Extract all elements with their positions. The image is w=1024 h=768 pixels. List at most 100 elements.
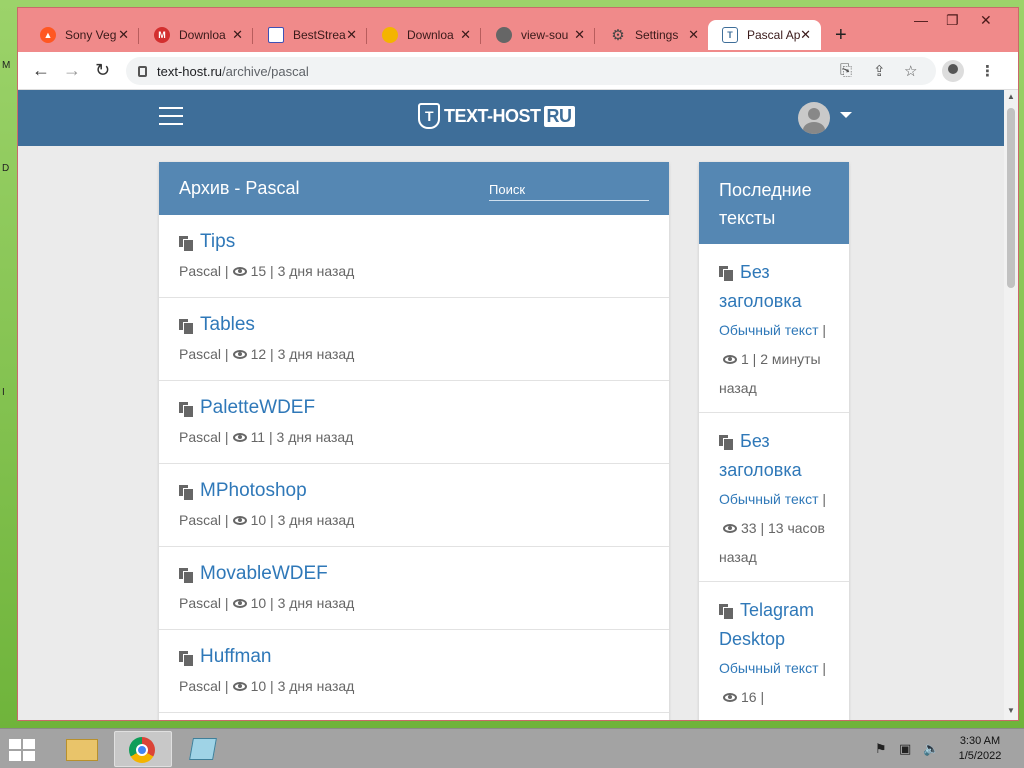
scrollbar-thumb[interactable] (1007, 108, 1015, 288)
minimize-icon[interactable]: — (914, 12, 928, 28)
hamburger-menu-icon[interactable] (159, 107, 183, 125)
scroll-down-icon[interactable]: ▼ (1007, 706, 1015, 715)
entry-age: 3 дня назад (277, 346, 355, 362)
eye-icon (232, 598, 247, 608)
file-explorer-icon[interactable] (54, 731, 112, 767)
site-header: T TEXT-HOST RU (18, 90, 1004, 146)
document-icon (179, 567, 194, 584)
entry-title-link[interactable]: MPhotoshop (200, 480, 307, 502)
notepad-icon[interactable] (175, 731, 233, 767)
entry-title-link[interactable]: MovableWDEF (200, 563, 328, 585)
entry-title-link[interactable]: Huffman (200, 646, 271, 668)
entry-views: 10 (250, 512, 267, 528)
eye-icon (723, 693, 737, 702)
tab[interactable]: ▲ Sony Veg ✕ (26, 20, 139, 50)
tab-close-icon[interactable]: ✕ (232, 27, 243, 43)
tab-close-icon[interactable]: ✕ (574, 27, 585, 43)
lock-icon (138, 65, 147, 77)
entry-age: 3 дня назад (277, 678, 355, 694)
tab-settings[interactable]: ⚙ Settings ✕ (596, 20, 709, 50)
tab-close-icon[interactable]: ✕ (118, 27, 129, 43)
profile-icon[interactable] (942, 60, 964, 82)
recent-views: 16 (741, 689, 757, 705)
list-item: Telagram Desktop Обычный текст |16 | (699, 582, 849, 720)
list-item: MPhotoshop Pascal | 10 | 3 дня назад (159, 464, 669, 547)
scroll-up-icon[interactable]: ▲ (1007, 92, 1015, 101)
tab[interactable]: M Downloa ✕ (140, 20, 253, 50)
entry-language: Pascal (179, 346, 222, 362)
volume-muted-icon[interactable]: 🔈 (923, 741, 939, 757)
list-item: Tips Pascal | 15 | 3 дня назад (159, 215, 669, 298)
list-item: Без заголовка Обычный текст |33 | 13 час… (699, 413, 849, 582)
list-item: MovableWDEF Pascal | 10 | 3 дня назад (159, 547, 669, 630)
entry-language: Pascal (179, 512, 222, 528)
tab-favicon-icon: T (722, 27, 738, 43)
recent-category-link[interactable]: Обычный текст (719, 491, 819, 507)
list-item: Huffman Pascal | 10 | 3 дня назад (159, 630, 669, 713)
windows-start-icon[interactable] (9, 739, 37, 761)
tab[interactable]: Downloa ✕ (368, 20, 481, 50)
tab-close-icon[interactable]: ✕ (346, 27, 357, 43)
eye-icon (232, 349, 247, 359)
clock-time: 3:30 AM (959, 735, 1001, 747)
desktop-icon-fragment: D (2, 163, 10, 174)
list-item: Без заголовка Обычный текст |1 | 2 минут… (699, 244, 849, 413)
logo-shield-icon: T (418, 103, 440, 129)
tab-active[interactable]: T Pascal Ap ✕ (708, 20, 821, 50)
tab-favicon-icon: M (154, 27, 170, 43)
recent-category-link[interactable]: Обычный текст (719, 322, 819, 338)
tab-close-icon[interactable]: ✕ (800, 27, 811, 43)
flag-icon[interactable]: ⚑ (875, 741, 887, 757)
archive-title: Архив - Pascal (179, 178, 300, 198)
avatar[interactable] (798, 102, 830, 134)
address-bar[interactable]: text-host.ru/archive/pascal (126, 57, 936, 85)
eye-icon (232, 681, 247, 691)
maximize-icon[interactable]: ❐ (946, 12, 959, 29)
taskbar: ⚑ ▣ 🔈 3:30 AM 1/5/2022 (0, 728, 1024, 768)
share-icon[interactable]: ⇪ (873, 62, 886, 80)
tab-close-icon[interactable]: ✕ (460, 27, 471, 43)
address-host: text-host.ru (157, 63, 223, 79)
entry-age: 3 дня назад (277, 595, 355, 611)
browser-toolbar: ← → ↻ text-host.ru/archive/pascal ⎘ ⇪ ☆ … (18, 52, 1018, 90)
forward-icon[interactable]: → (63, 60, 81, 81)
tab[interactable]: BestStrea ✕ (254, 20, 367, 50)
entry-title-link[interactable]: Tables (200, 314, 255, 336)
gear-icon: ⚙ (611, 27, 625, 44)
entry-views: 10 (250, 678, 267, 694)
entry-views: 15 (250, 263, 267, 279)
entry-language: Pascal (179, 595, 222, 611)
search-input[interactable] (489, 179, 649, 201)
eye-icon (723, 355, 737, 364)
caret-down-icon[interactable] (840, 112, 852, 118)
entry-age: 3 дня назад (276, 429, 354, 445)
entry-language: Pascal (179, 429, 222, 445)
tab-close-icon[interactable]: ✕ (688, 27, 699, 43)
menu-dots-icon[interactable]: ⋮ (980, 62, 995, 80)
system-clock[interactable]: 3:30 AM 1/5/2022 (950, 734, 1010, 764)
back-icon[interactable]: ← (32, 60, 50, 81)
document-icon (179, 650, 194, 667)
tab-label: Downloa (179, 28, 226, 42)
close-window-icon[interactable]: ✕ (980, 12, 992, 29)
tab[interactable]: view-sou ✕ (482, 20, 595, 50)
entry-title-link[interactable]: PaletteWDEF (200, 397, 315, 419)
archive-card-header: Архив - Pascal (159, 162, 669, 215)
list-item: PaletteWDEF Pascal | 11 | 3 дня назад (159, 381, 669, 464)
document-icon (179, 235, 194, 252)
tab-label: Downloa (407, 28, 454, 42)
page-viewport: T TEXT-HOST RU Архив - Pascal Tips Pasca… (18, 90, 1004, 720)
page-scrollbar[interactable]: ▲ ▼ (1004, 90, 1018, 720)
network-icon[interactable]: ▣ (899, 741, 911, 757)
globe-icon (496, 27, 512, 43)
bookmark-star-icon[interactable]: ☆ (904, 62, 917, 80)
site-logo[interactable]: T TEXT-HOST RU (418, 103, 575, 129)
eye-icon (232, 266, 247, 276)
reload-icon[interactable]: ↻ (95, 60, 110, 81)
entry-language: Pascal (179, 263, 222, 279)
translate-icon[interactable]: ⎘ (840, 62, 852, 79)
entry-title-link[interactable]: Tips (200, 231, 235, 253)
recent-category-link[interactable]: Обычный текст (719, 660, 819, 676)
new-tab-icon[interactable]: + (835, 24, 847, 47)
chrome-icon[interactable] (114, 731, 172, 767)
